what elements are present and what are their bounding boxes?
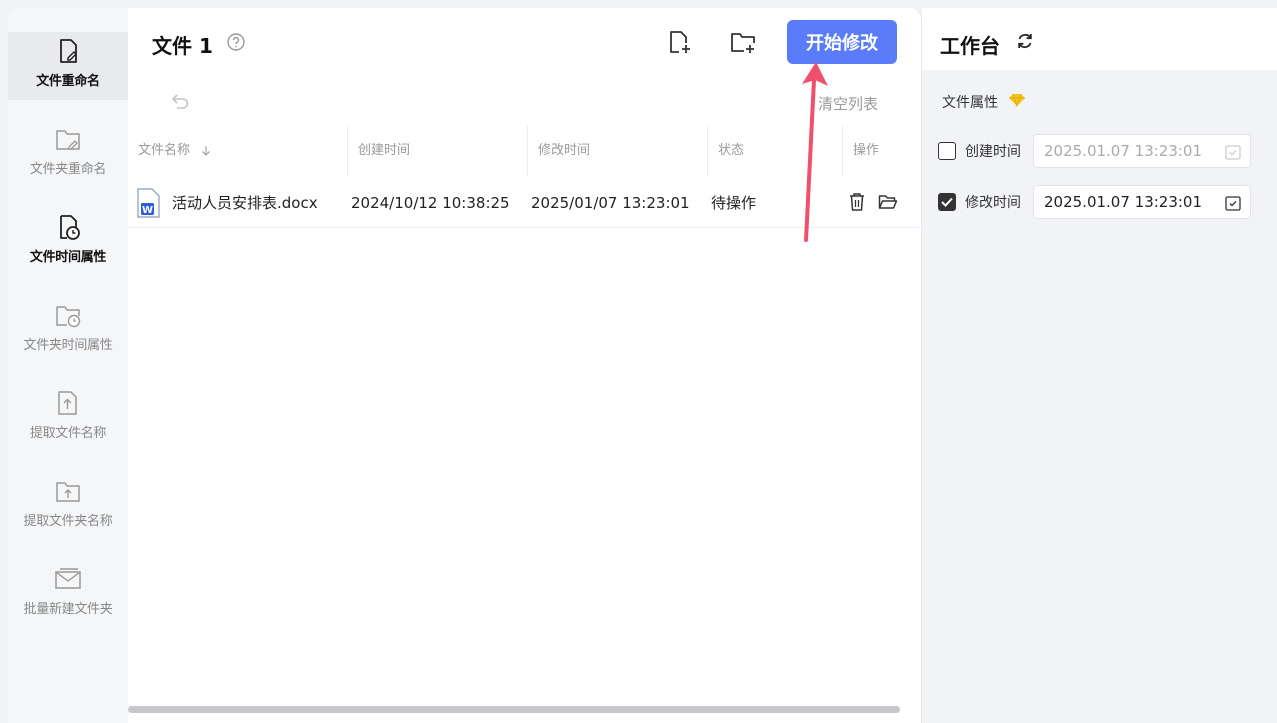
sidebar-item-folder-time[interactable]: 文件夹时间属性 [8, 296, 128, 364]
modify-time-row: 修改时间 2025.01.07 13:23:01 [938, 185, 1258, 219]
sidebar-item-file-time[interactable]: 文件时间属性 [8, 208, 128, 276]
folder-edit-icon [56, 130, 80, 150]
column-header-label: 文件名称 [138, 143, 191, 158]
create-time-value: 2025.01.07 13:23:01 [1044, 142, 1203, 160]
calendar-icon[interactable] [1224, 143, 1242, 161]
file-upload-icon [58, 391, 77, 415]
folder-upload-icon [56, 482, 80, 502]
sidebar-item-label: 文件夹时间属性 [23, 338, 113, 353]
workbench-title: 工作台 [940, 34, 1000, 58]
modified-time-cell: 2025/01/07 13:23:01 [531, 194, 690, 212]
sidebar-item-batch-new-folder[interactable]: 批量新建文件夹 [8, 560, 128, 628]
file-list-panel: 文件 1 开始修改 清空列表 文件名称 创建时间 修改时间 状态 操作 W 活动… [128, 8, 922, 723]
status-cell: 待操作 [711, 194, 757, 212]
create-time-row: 创建时间 2025.01.07 13:23:01 [938, 134, 1258, 168]
workbench-panel: 工作台 文件属性 创建时间 2025.01.07 13:23:01 修改时间 2… [922, 8, 1277, 723]
sidebar-item-label: 文件重命名 [36, 74, 100, 89]
page-title: 文件 1 [152, 34, 213, 58]
sidebar-item-label: 提取文件夹名称 [23, 514, 113, 529]
sidebar-item-label: 提取文件名称 [29, 426, 107, 441]
create-time-checkbox[interactable] [938, 142, 956, 160]
column-header-created: 创建时间 [358, 143, 411, 158]
sidebar-item-folder-rename[interactable]: 文件夹重命名 [8, 120, 128, 188]
column-header-name[interactable]: 文件名称 [128, 126, 348, 176]
refresh-icon[interactable] [1015, 31, 1035, 51]
start-modify-button[interactable]: 开始修改 [787, 20, 897, 64]
add-folder-icon[interactable] [728, 28, 758, 56]
table-header: 文件名称 创建时间 修改时间 状态 操作 [128, 126, 922, 176]
column-header-status: 状态 [718, 143, 745, 158]
sort-down-icon[interactable] [200, 145, 212, 157]
folder-clock-icon [56, 306, 81, 328]
clear-list-button[interactable]: 清空列表 [818, 93, 878, 114]
section-label: 文件属性 [942, 95, 998, 111]
word-document-icon: W [137, 188, 160, 218]
sidebar-item-extract-file-names[interactable]: 提取文件名称 [8, 384, 128, 452]
create-time-label: 创建时间 [965, 144, 1021, 160]
file-name-cell: 活动人员安排表.docx [172, 194, 318, 212]
create-time-input[interactable]: 2025.01.07 13:23:01 [1033, 134, 1251, 168]
modify-time-label: 修改时间 [965, 195, 1021, 211]
open-folder-icon[interactable] [878, 193, 898, 211]
vip-diamond-icon [1009, 93, 1025, 107]
sidebar-item-file-rename[interactable]: 文件重命名 [8, 32, 128, 100]
modify-time-input[interactable]: 2025.01.07 13:23:01 [1033, 185, 1251, 219]
sidebar-item-label: 批量新建文件夹 [23, 602, 113, 617]
sidebar: 文件重命名 文件夹重命名 文件时间属性 文件夹时间属性 提取文件名称 提取文件夹… [8, 8, 128, 723]
undo-icon[interactable] [168, 90, 190, 112]
table-row[interactable]: W 活动人员安排表.docx 2024/10/12 10:38:25 2025/… [128, 178, 922, 228]
svg-text:W: W [142, 205, 153, 216]
sidebar-item-label: 文件夹重命名 [29, 162, 107, 177]
modify-time-value: 2025.01.07 13:23:01 [1044, 193, 1203, 211]
file-clock-icon [60, 215, 80, 240]
help-icon[interactable] [226, 32, 246, 52]
calendar-icon[interactable] [1224, 194, 1242, 212]
file-edit-icon [60, 39, 78, 63]
sidebar-item-extract-folder-names[interactable]: 提取文件夹名称 [8, 472, 128, 540]
folder-batch-icon [55, 568, 81, 589]
trash-icon[interactable] [848, 192, 866, 212]
checkmark-icon [941, 197, 953, 207]
column-header-modified: 修改时间 [538, 143, 591, 158]
created-time-cell: 2024/10/12 10:38:25 [351, 194, 510, 212]
horizontal-scrollbar[interactable] [128, 706, 900, 713]
workbench-header: 工作台 [922, 8, 1277, 70]
sidebar-item-label: 文件时间属性 [29, 250, 107, 265]
column-header-actions: 操作 [853, 143, 880, 158]
add-file-icon[interactable] [666, 28, 694, 56]
app-window: 文件重命名 文件夹重命名 文件时间属性 文件夹时间属性 提取文件名称 提取文件夹… [0, 0, 1277, 723]
modify-time-checkbox[interactable] [938, 193, 956, 211]
